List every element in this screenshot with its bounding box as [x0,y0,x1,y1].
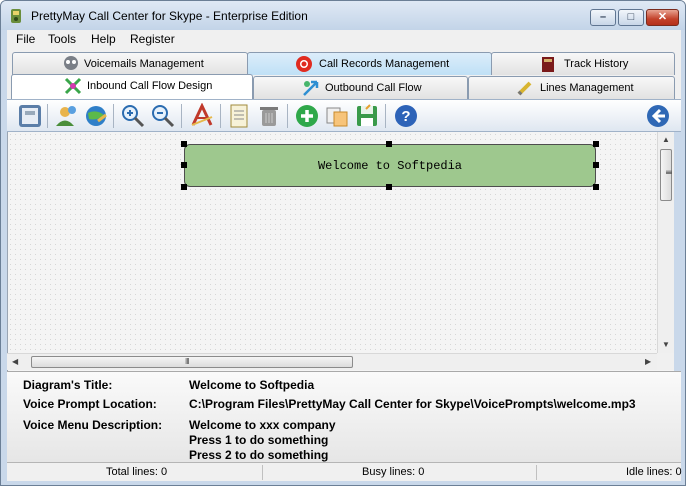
help-icon[interactable]: ? [393,103,419,129]
scroll-left-icon[interactable]: ◀ [12,357,18,366]
toolbar-separator [181,104,182,128]
zoom-in-icon[interactable] [120,103,146,129]
diagram-title-label: Diagram's Title: [23,378,113,392]
voice-menu-line: Press 2 to do something [189,448,329,462]
status-bar: Total lines: 0 Busy lines: 0 Idle lines:… [7,462,682,481]
scroll-right-icon[interactable]: ▶ [645,357,651,366]
minimize-icon: – [599,11,607,23]
back-icon[interactable] [645,103,671,129]
menu-help[interactable]: Help [91,32,116,46]
close-icon: ✕ [657,11,668,23]
voice-menu-line: Welcome to xxx company [189,418,336,432]
toolbar: ? [7,99,681,132]
menu-bar: File Tools Help Register [7,30,681,49]
scroll-down-icon[interactable]: ▼ [662,340,670,349]
toolbar-separator [385,104,386,128]
trash-icon[interactable] [256,103,282,129]
vertical-scrollbar[interactable]: ▲ III ▼ [657,132,674,354]
status-total-lines: Total lines: 0 [7,465,263,480]
menu-file[interactable]: File [16,32,35,46]
resize-handle[interactable] [593,184,599,190]
save-icon[interactable] [354,103,380,129]
voice-menu-line: Press 1 to do something [189,433,329,447]
toolbar-separator [47,104,48,128]
toolbar-separator [113,104,114,128]
tab-lines-management[interactable]: Lines Management [468,76,675,99]
text-icon[interactable] [189,103,215,129]
tab-voicemails-management[interactable]: Voicemails Management [12,52,248,75]
status-busy-lines-text: Busy lines: 0 [362,466,425,478]
tab-call-records-management[interactable]: Call Records Management [247,52,492,75]
app-window: PrettyMay Call Center for Skype - Enterp… [0,0,686,486]
toolbar-separator [287,104,288,128]
user-add-icon[interactable] [53,103,79,129]
flow-node[interactable]: Welcome to Softpedia [184,144,596,187]
pen-icon [517,81,532,96]
tab-label: Voicemails Management [84,58,204,70]
book-icon [542,57,554,72]
voice-prompt-location-label: Voice Prompt Location: [23,397,157,411]
resize-handle[interactable] [386,184,392,190]
resize-handle[interactable] [181,184,187,190]
calculator-icon[interactable] [17,103,43,129]
tab-label: Outbound Call Flow [325,82,422,94]
scroll-up-icon[interactable]: ▲ [662,135,670,144]
scroll-corner [657,353,674,370]
resize-handle[interactable] [593,162,599,168]
tab-label: Lines Management [540,82,634,94]
svg-text:?: ? [401,108,410,125]
scroll-grip: III [185,357,190,366]
vertical-scroll-thumb[interactable]: III [660,149,673,201]
status-idle-lines: Idle lines: 0 [537,465,682,480]
tab-label: Inbound Call Flow Design [87,80,213,92]
tab-track-history[interactable]: Track History [491,52,675,75]
maximize-button[interactable]: □ [618,9,644,26]
outbound-icon [303,80,319,96]
resize-handle[interactable] [386,141,392,147]
menu-tools[interactable]: Tools [48,32,76,46]
title-bar: PrettyMay Call Center for Skype - Enterp… [1,1,685,30]
add-icon[interactable] [294,103,320,129]
notepad-icon[interactable] [226,103,252,129]
diagram-title-value: Welcome to Softpedia [189,378,315,392]
copy-icon[interactable] [324,103,350,129]
flow-icon [64,77,82,95]
record-icon [296,56,312,72]
maximize-icon: □ [627,11,635,23]
tab-label: Track History [564,58,629,70]
minimize-button[interactable]: – [590,9,616,26]
zoom-out-icon[interactable] [150,103,176,129]
window-title: PrettyMay Call Center for Skype - Enterp… [31,9,308,23]
diagram-details-panel: Diagram's Title: Welcome to Softpedia Vo… [7,371,681,462]
toolbar-separator [220,104,221,128]
scroll-grip: III [664,170,673,174]
voicemail-icon [64,56,78,70]
tab-label: Call Records Management [319,58,450,70]
tab-inbound-call-flow-design[interactable]: Inbound Call Flow Design [11,74,253,100]
horizontal-scrollbar[interactable]: ◀ III ▶ [7,353,657,370]
tab-strip: Voicemails Management Call Records Manag… [7,49,681,101]
resize-handle[interactable] [181,162,187,168]
tab-outbound-call-flow[interactable]: Outbound Call Flow [253,76,468,99]
app-logo-icon [11,9,21,23]
voice-prompt-location-value: C:\Program Files\PrettyMay Call Center f… [189,397,636,411]
voice-menu-description-label: Voice Menu Description: [23,418,163,432]
status-idle-lines-text: Idle lines: 0 [626,466,682,478]
status-busy-lines: Busy lines: 0 [263,465,537,480]
resize-handle[interactable] [181,141,187,147]
close-button[interactable]: ✕ [646,9,679,26]
resize-handle[interactable] [593,141,599,147]
horizontal-scroll-thumb[interactable]: III [31,356,353,368]
menu-register[interactable]: Register [130,32,175,46]
status-total-lines-text: Total lines: 0 [106,466,168,478]
globe-phone-icon[interactable] [83,103,109,129]
